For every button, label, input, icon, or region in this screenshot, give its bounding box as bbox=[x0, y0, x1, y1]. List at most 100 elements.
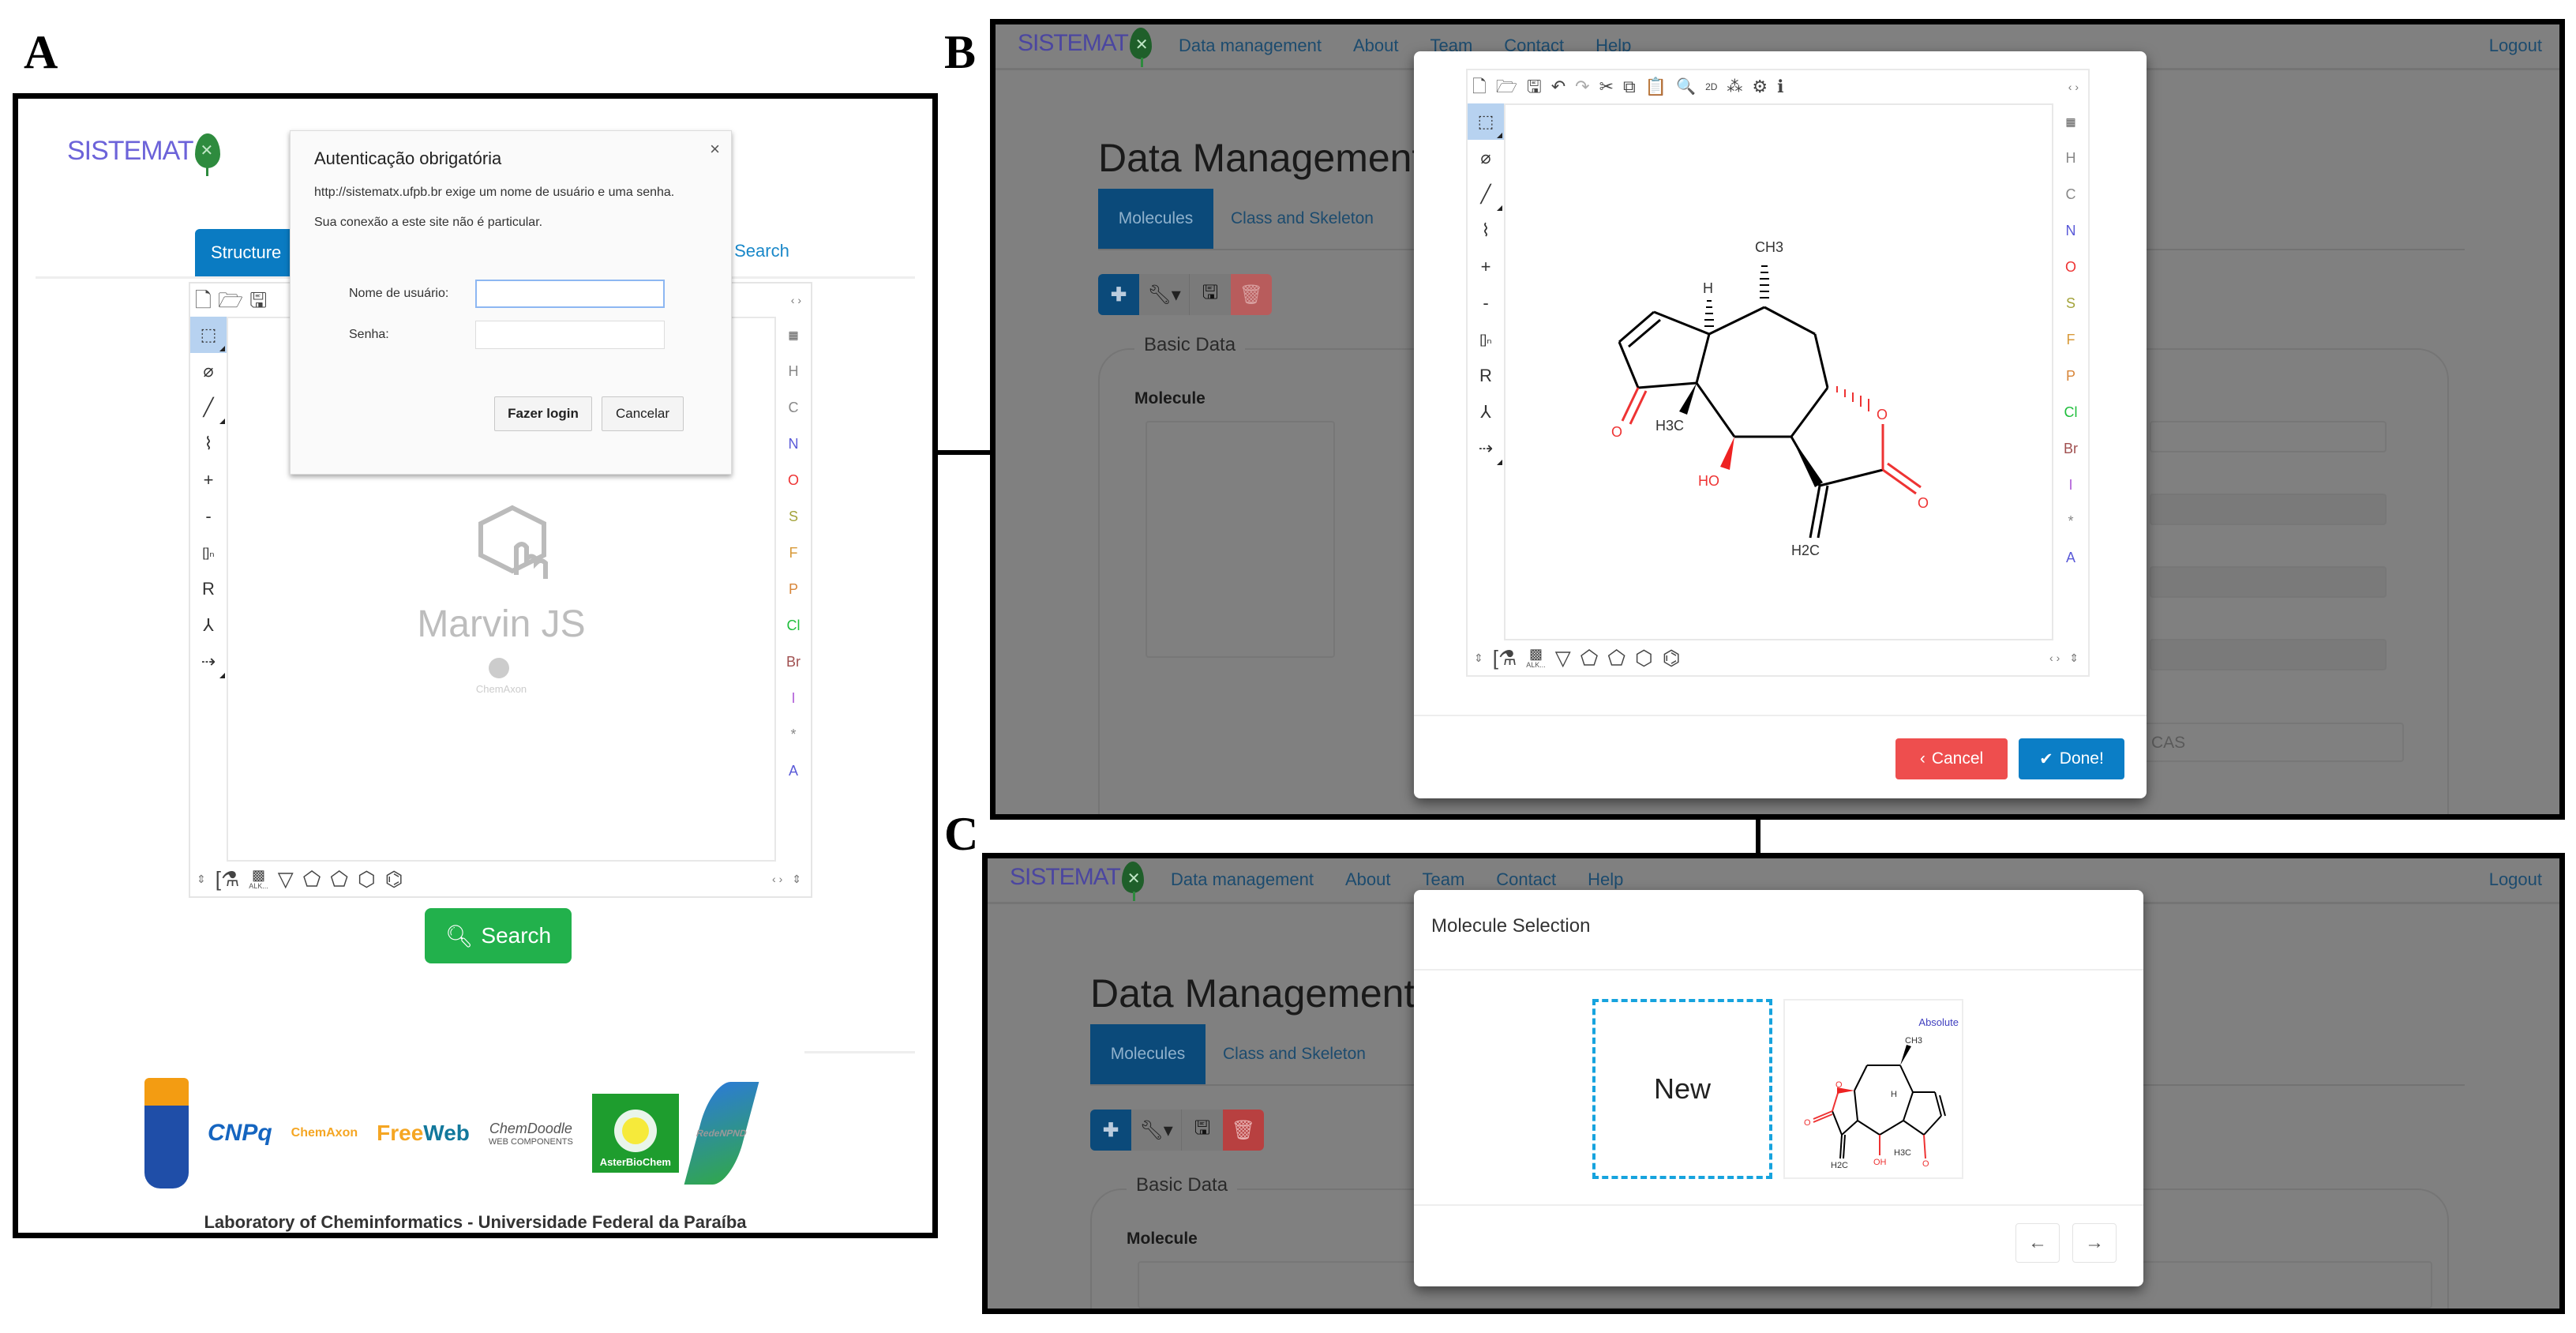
expand-horizontal-icon[interactable]: ‹ › bbox=[2068, 81, 2079, 93]
element-f[interactable]: F bbox=[2067, 321, 2075, 358]
redo-icon[interactable]: ↷ bbox=[1575, 78, 1589, 96]
next-button[interactable]: → bbox=[2072, 1223, 2117, 1263]
element-cl[interactable]: Cl bbox=[2064, 394, 2078, 430]
element-n[interactable]: N bbox=[2066, 212, 2076, 249]
benzene-icon[interactable]: ⌬ bbox=[1663, 648, 1681, 668]
cyclohexane-icon[interactable]: ⬡ bbox=[358, 869, 376, 889]
erase-icon[interactable]: ⌀ bbox=[190, 353, 227, 389]
element-i[interactable]: I bbox=[791, 680, 795, 716]
bracket-template-icon[interactable]: [⚗ bbox=[1493, 648, 1517, 668]
cyclobutane-icon[interactable]: ⬠ bbox=[303, 869, 321, 889]
element-c[interactable]: C bbox=[2066, 176, 2076, 212]
erase-icon[interactable]: ⌀ bbox=[1468, 140, 1504, 176]
new-molecule-card[interactable]: New bbox=[1592, 999, 1772, 1179]
reaction-mapping-icon[interactable]: ⅄ bbox=[1468, 394, 1504, 430]
nav-help[interactable]: Help bbox=[1588, 869, 1623, 890]
reaction-arrow-icon[interactable]: ⇢ bbox=[190, 644, 227, 680]
expand-horizontal-icon[interactable]: ‹ › bbox=[791, 294, 801, 306]
tab-molecules[interactable]: Molecules bbox=[1098, 189, 1213, 249]
element-c[interactable]: C bbox=[789, 389, 799, 426]
nav-about[interactable]: About bbox=[1353, 36, 1399, 56]
open-file-icon[interactable]: 🗁 bbox=[1496, 78, 1517, 96]
username-field[interactable] bbox=[475, 280, 665, 308]
cas-field[interactable]: CAS bbox=[2135, 723, 2404, 762]
delete-button[interactable]: 🗑 bbox=[1231, 274, 1272, 315]
element-a[interactable]: A bbox=[789, 753, 798, 789]
logout-link[interactable]: Logout bbox=[2489, 869, 2542, 890]
reaction-mapping-icon[interactable]: ⅄ bbox=[190, 607, 227, 644]
chain-icon[interactable]: ⌇ bbox=[190, 426, 227, 462]
bracket-group-icon[interactable]: []ₙ bbox=[190, 535, 227, 571]
cyclopentane-icon[interactable]: ⬠ bbox=[330, 869, 348, 889]
delete-button[interactable]: 🗑 bbox=[1223, 1110, 1264, 1151]
reaction-arrow-icon[interactable]: ⇢ bbox=[1468, 430, 1504, 467]
tab-class-and-skeleton[interactable]: Class and Skeleton bbox=[1213, 209, 1374, 228]
expand-horizontal-icon[interactable]: ‹ › bbox=[2049, 651, 2060, 664]
cyclopentane-icon[interactable]: ⬠ bbox=[1607, 648, 1625, 668]
login-button[interactable]: Fazer login bbox=[494, 396, 592, 431]
periodic-table-icon[interactable]: ▦ bbox=[2065, 103, 2075, 140]
new-document-icon[interactable]: 🗋 bbox=[1472, 78, 1487, 96]
clean-2d-icon[interactable]: 2D bbox=[1705, 82, 1717, 92]
alkane-template[interactable]: ▩ ALK... bbox=[249, 868, 268, 890]
cyclopropane-icon[interactable]: ▽ bbox=[278, 869, 294, 889]
periodic-table-icon[interactable]: ▦ bbox=[788, 317, 798, 353]
cut-icon[interactable]: ✂ bbox=[1599, 78, 1614, 96]
password-field[interactable] bbox=[475, 321, 665, 349]
nav-data-management[interactable]: Data management bbox=[1171, 869, 1314, 890]
copy-icon[interactable]: ⧉ bbox=[1623, 78, 1636, 96]
new-document-icon[interactable]: 🗋 bbox=[195, 290, 212, 310]
settings-icon[interactable]: ⚙ bbox=[1752, 78, 1768, 96]
save-icon[interactable]: 🖫 bbox=[249, 290, 267, 310]
field-4[interactable] bbox=[2150, 639, 2387, 670]
sistematx-logo[interactable]: SISTEMAT bbox=[1018, 28, 1152, 67]
cyclohexane-icon[interactable]: ⬡ bbox=[1635, 648, 1653, 668]
decrease-charge-icon[interactable]: - bbox=[190, 498, 227, 535]
zoom-icon[interactable]: 🔍 bbox=[1676, 79, 1696, 95]
search-button[interactable]: 🔍︎ Search bbox=[425, 908, 572, 963]
save-button[interactable]: 🖫 bbox=[1182, 1110, 1223, 1151]
r-group-icon[interactable]: R bbox=[1468, 358, 1504, 394]
open-file-icon[interactable]: 🗁 bbox=[218, 290, 243, 310]
bracket-group-icon[interactable]: []ₙ bbox=[1468, 321, 1504, 358]
increase-charge-icon[interactable]: + bbox=[1468, 249, 1504, 285]
tab-molecules[interactable]: Molecules bbox=[1090, 1024, 1206, 1084]
select-rectangle-icon[interactable]: ⬚ bbox=[190, 317, 227, 353]
editor-canvas[interactable]: CH3 H H3C HO O O O H2C bbox=[1504, 103, 2053, 640]
cyclobutane-icon[interactable]: ⬠ bbox=[1580, 648, 1599, 668]
field-1[interactable] bbox=[2150, 421, 2387, 452]
alkane-template[interactable]: ▩ ALK... bbox=[1526, 647, 1546, 669]
chain-icon[interactable]: ⌇ bbox=[1468, 212, 1504, 249]
nav-contact[interactable]: Contact bbox=[1496, 869, 1556, 890]
paste-icon[interactable]: 📋 bbox=[1645, 78, 1667, 96]
molecule-preview-box[interactable] bbox=[1146, 421, 1335, 658]
add-button[interactable]: ✚ bbox=[1090, 1110, 1131, 1151]
cip-stereo-icon[interactable]: ⁂ bbox=[1727, 79, 1742, 95]
scroll-updown-icon[interactable]: ⇕ bbox=[792, 873, 801, 886]
bracket-template-icon[interactable]: [⚗ bbox=[216, 869, 240, 889]
element-o[interactable]: O bbox=[788, 462, 799, 498]
element-s[interactable]: S bbox=[789, 498, 798, 535]
tools-dropdown-button[interactable]: 🔧︎▾ bbox=[1131, 1110, 1182, 1151]
select-rectangle-icon[interactable]: ⬚ bbox=[1468, 103, 1504, 140]
field-3[interactable] bbox=[2150, 566, 2387, 598]
element-o[interactable]: O bbox=[2065, 249, 2076, 285]
save-icon[interactable]: 🖫 bbox=[1527, 78, 1542, 96]
nav-data-management[interactable]: Data management bbox=[1179, 36, 1322, 56]
undo-icon[interactable]: ↶ bbox=[1551, 78, 1565, 96]
save-button[interactable]: 🖫 bbox=[1190, 274, 1231, 315]
element-br[interactable]: Br bbox=[2064, 430, 2078, 467]
nav-team[interactable]: Team bbox=[1423, 869, 1465, 890]
element-a[interactable]: A bbox=[2066, 539, 2075, 576]
element-n[interactable]: N bbox=[789, 426, 799, 462]
element-f[interactable]: F bbox=[789, 535, 798, 571]
element-s[interactable]: S bbox=[2066, 285, 2075, 321]
add-button[interactable]: ✚ bbox=[1098, 274, 1139, 315]
scroll-updown-icon[interactable]: ⇕ bbox=[1474, 651, 1483, 665]
element-cl[interactable]: Cl bbox=[787, 607, 801, 644]
logout-link[interactable]: Logout bbox=[2489, 36, 2542, 56]
field-2[interactable] bbox=[2150, 494, 2387, 525]
benzene-icon[interactable]: ⌬ bbox=[385, 869, 403, 889]
previous-button[interactable]: ← bbox=[2015, 1223, 2060, 1263]
element-i[interactable]: I bbox=[2068, 467, 2072, 503]
